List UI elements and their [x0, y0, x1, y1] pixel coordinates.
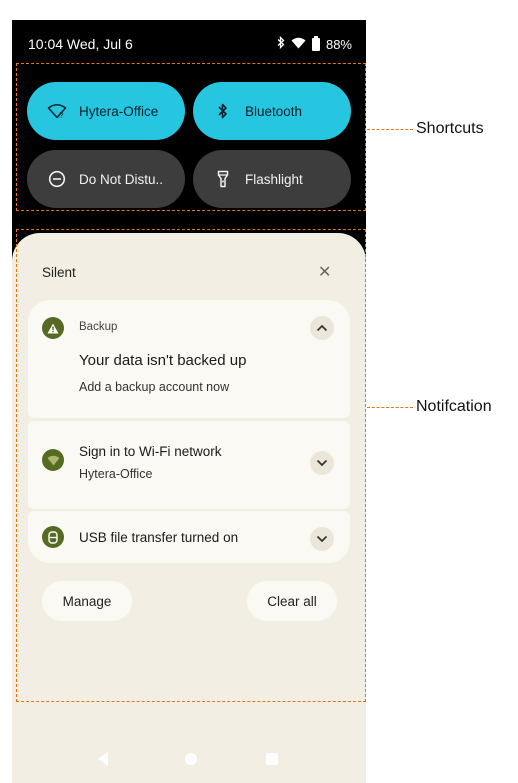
home-icon[interactable] — [185, 753, 197, 765]
status-bar: 10:04 Wed, Jul 6 88% — [12, 20, 366, 64]
recents-icon[interactable] — [266, 753, 278, 765]
bluetooth-icon — [277, 35, 285, 52]
shortcuts-callout: Shortcuts — [416, 120, 484, 137]
status-icons: 88% — [277, 35, 352, 52]
battery-icon — [311, 35, 320, 51]
status-time: 10:04 Wed, Jul 6 — [28, 36, 133, 52]
notification-highlight-box — [16, 229, 366, 702]
back-icon[interactable] — [98, 752, 108, 766]
notification-callout: Notifcation — [416, 398, 492, 415]
shortcuts-highlight-box — [16, 63, 366, 211]
notification-leader-line — [367, 407, 413, 408]
navigation-bar — [12, 738, 366, 783]
wifi-icon — [291, 37, 306, 52]
battery-percent: 88% — [325, 36, 352, 52]
shortcuts-leader-line — [367, 129, 413, 130]
